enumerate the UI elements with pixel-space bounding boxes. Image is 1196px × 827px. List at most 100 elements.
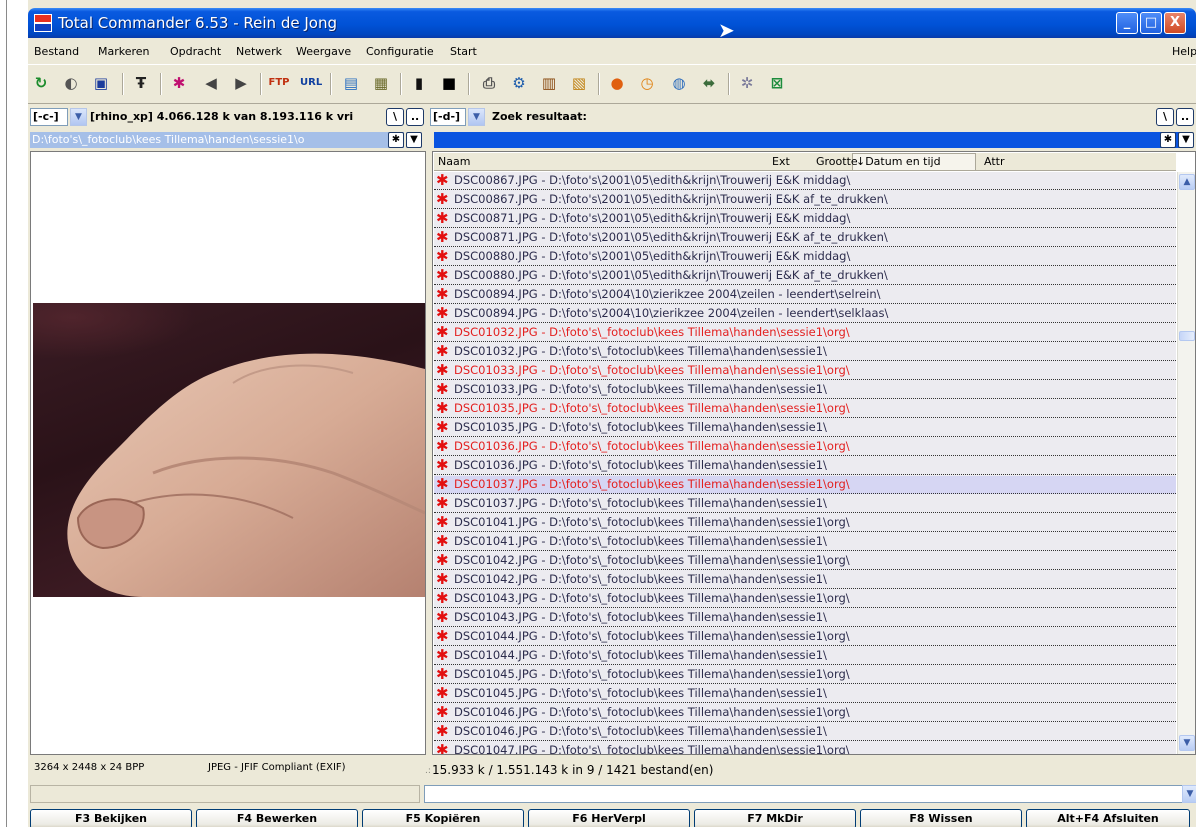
column-size[interactable]: Grootte: [816, 155, 858, 168]
file-row[interactable]: ✱ DSC01045.JPG - D:\foto's\_fotoclub\kees…: [434, 685, 1176, 703]
left-drive-dropdown-icon[interactable]: ▼: [70, 108, 87, 126]
left-drive-select[interactable]: [-c-]: [30, 108, 68, 126]
url-icon[interactable]: URL: [300, 72, 322, 94]
archive-icon[interactable]: ▧: [568, 72, 590, 94]
right-hotlist-icon[interactable]: ▼: [1178, 132, 1194, 148]
file-row[interactable]: ✱ DSC01042.JPG - D:\foto's\_fotoclub\kees…: [434, 552, 1176, 570]
file-row[interactable]: ✱ DSC00867.JPG - D:\foto's\2001\05\edith&…: [434, 191, 1176, 209]
resize-grip-icon[interactable]: .:: [425, 766, 431, 776]
floppy-icon[interactable]: ▮: [408, 72, 430, 94]
network-icon[interactable]: ⬌: [698, 72, 720, 94]
file-row[interactable]: ✱ DSC01041.JPG - D:\foto's\_fotoclub\kees…: [434, 514, 1176, 532]
maximize-button[interactable]: □: [1140, 12, 1162, 34]
file-row[interactable]: ✱ DSC01046.JPG - D:\foto's\_fotoclub\kees…: [434, 723, 1176, 741]
file-row[interactable]: ✱ DSC01037.JPG - D:\foto's\_fotoclub\kees…: [434, 495, 1176, 513]
app-icon[interactable]: [34, 14, 52, 32]
menu-markeren[interactable]: Markeren: [98, 45, 150, 58]
clock-icon[interactable]: ◷: [636, 72, 658, 94]
right-panel[interactable]: Naam Ext Grootte ↓Datum en tijd Attr ✱ DS…: [432, 151, 1196, 755]
file-row[interactable]: ✱ DSC00894.JPG - D:\foto's\2004\10\zierik…: [434, 305, 1176, 323]
scroll-up-icon[interactable]: ▲: [1179, 174, 1195, 190]
file-row[interactable]: ✱ DSC01044.JPG - D:\foto's\_fotoclub\kees…: [434, 628, 1176, 646]
plugin-icon[interactable]: ✲: [736, 72, 758, 94]
menu-weergave[interactable]: Weergave: [296, 45, 351, 58]
command-input[interactable]: [424, 785, 1184, 803]
tools-icon[interactable]: ⚙: [508, 72, 530, 94]
file-row[interactable]: ✱ DSC01033.JPG - D:\foto's\_fotoclub\kees…: [434, 362, 1176, 380]
file-row[interactable]: ✱ DSC01045.JPG - D:\foto's\_fotoclub\kees…: [434, 666, 1176, 684]
back-icon[interactable]: ◀: [200, 72, 222, 94]
file-row[interactable]: ✱ DSC01035.JPG - D:\foto's\_fotoclub\kees…: [434, 400, 1176, 418]
file-row[interactable]: ✱ DSC01036.JPG - D:\foto's\_fotoclub\kees…: [434, 438, 1176, 456]
f5-copy-button[interactable]: F5 Kopiëren: [362, 809, 524, 827]
file-row[interactable]: ✱ DSC01047.JPG - D:\foto's\_fotoclub\kees…: [434, 742, 1176, 754]
right-root-button[interactable]: \: [1156, 108, 1174, 126]
firefox-icon[interactable]: ●: [606, 72, 628, 94]
menu-opdracht[interactable]: Opdracht: [170, 45, 221, 58]
left-panel[interactable]: [30, 151, 426, 755]
file-row[interactable]: ✱ DSC01032.JPG - D:\foto's\_fotoclub\kees…: [434, 343, 1176, 361]
file-row[interactable]: ✱ DSC01043.JPG - D:\foto's\_fotoclub\kees…: [434, 609, 1176, 627]
vertical-scrollbar[interactable]: ▲ ▼: [1177, 172, 1195, 754]
right-drive-select[interactable]: [-d-]: [430, 108, 466, 126]
column-date[interactable]: ↓Datum en tijd: [856, 155, 941, 168]
excel-icon[interactable]: ⊠: [766, 72, 788, 94]
left-root-button[interactable]: \: [386, 108, 404, 126]
menu-help[interactable]: Help: [1172, 45, 1196, 58]
minimize-button[interactable]: _: [1116, 12, 1138, 34]
file-row[interactable]: ✱ DSC00880.JPG - D:\foto's\2001\05\edith&…: [434, 248, 1176, 266]
f8-delete-button[interactable]: F8 Wissen: [860, 809, 1022, 827]
dos-prompt-icon[interactable]: ■: [438, 72, 460, 94]
file-row[interactable]: ✱ DSC00880.JPG - D:\foto's\2001\05\edith&…: [434, 267, 1176, 285]
file-row[interactable]: ✱ DSC00894.JPG - D:\foto's\2004\10\zierik…: [434, 286, 1176, 304]
right-up-button[interactable]: ..: [1176, 108, 1194, 126]
title-bar[interactable]: Total Commander 6.53 - Rein de Jong ➤ _ …: [28, 8, 1196, 40]
file-row[interactable]: ✱ DSC00871.JPG - D:\foto's\2001\05\edith&…: [434, 229, 1176, 247]
menu-configuratie[interactable]: Configuratie: [366, 45, 434, 58]
column-ext[interactable]: Ext: [772, 155, 790, 168]
image-icon[interactable]: ▦: [370, 72, 392, 94]
command-history-dropdown-icon[interactable]: ▼: [1182, 785, 1196, 803]
browser-icon[interactable]: ◍: [668, 72, 690, 94]
f3-view-button[interactable]: F3 Bekijken: [30, 809, 192, 827]
save-icon[interactable]: ▣: [90, 72, 112, 94]
invert-selection-icon[interactable]: ✱: [168, 72, 190, 94]
print-icon[interactable]: ⎙: [478, 72, 500, 94]
scroll-thumb[interactable]: [1179, 331, 1195, 341]
file-row[interactable]: ✱ DSC00867.JPG - D:\foto's\2001\05\edith&…: [434, 172, 1176, 190]
view-mode-icon[interactable]: ◐: [60, 72, 82, 94]
file-row[interactable]: ✱ DSC01037.JPG - D:\foto's\_fotoclub\kees…: [434, 476, 1176, 494]
f7-mkdir-button[interactable]: F7 MkDir: [694, 809, 856, 827]
file-row[interactable]: ✱ DSC01041.JPG - D:\foto's\_fotoclub\kees…: [434, 533, 1176, 551]
file-row[interactable]: ✱ DSC01043.JPG - D:\foto's\_fotoclub\kees…: [434, 590, 1176, 608]
column-attr[interactable]: Attr: [984, 155, 1004, 168]
forward-icon[interactable]: ▶: [230, 72, 252, 94]
right-path-bar[interactable]: [434, 132, 1180, 148]
file-row[interactable]: ✱ DSC01032.JPG - D:\foto's\_fotoclub\kees…: [434, 324, 1176, 342]
f4-edit-button[interactable]: F4 Bewerken: [196, 809, 358, 827]
right-history-icon[interactable]: ✱: [1160, 132, 1176, 148]
f6-move-button[interactable]: F6 HerVerpl: [528, 809, 690, 827]
file-row[interactable]: ✱ DSC01036.JPG - D:\foto's\_fotoclub\kees…: [434, 457, 1176, 475]
menu-netwerk[interactable]: Netwerk: [236, 45, 282, 58]
calculator-icon[interactable]: ▥: [538, 72, 560, 94]
scroll-down-icon[interactable]: ▼: [1179, 735, 1195, 751]
menu-bestand[interactable]: Bestand: [34, 45, 79, 58]
file-row[interactable]: ✱ DSC01042.JPG - D:\foto's\_fotoclub\kees…: [434, 571, 1176, 589]
altf4-exit-button[interactable]: Alt+F4 Afsluiten: [1026, 809, 1190, 827]
left-up-button[interactable]: ..: [406, 108, 424, 126]
file-row[interactable]: ✱ DSC01044.JPG - D:\foto's\_fotoclub\kees…: [434, 647, 1176, 665]
left-path-bar[interactable]: D:\foto's\_fotoclub\kees Tillema\handen\…: [30, 132, 404, 148]
menu-start[interactable]: Start: [450, 45, 477, 58]
file-list[interactable]: ✱ DSC00867.JPG - D:\foto's\2001\05\edith&…: [434, 172, 1176, 754]
file-row[interactable]: ✱ DSC01033.JPG - D:\foto's\_fotoclub\kees…: [434, 381, 1176, 399]
filter-icon[interactable]: Ŧ: [130, 72, 152, 94]
file-row[interactable]: ✱ DSC00871.JPG - D:\foto's\2001\05\edith&…: [434, 210, 1176, 228]
refresh-icon[interactable]: ↻: [30, 72, 52, 94]
file-row[interactable]: ✱ DSC01046.JPG - D:\foto's\_fotoclub\kees…: [434, 704, 1176, 722]
column-name[interactable]: Naam: [438, 155, 470, 168]
right-drive-dropdown-icon[interactable]: ▼: [468, 108, 485, 126]
left-hotlist-icon[interactable]: ▼: [406, 132, 422, 148]
ftp-icon[interactable]: FTP: [268, 72, 290, 94]
file-row[interactable]: ✱ DSC01035.JPG - D:\foto's\_fotoclub\kees…: [434, 419, 1176, 437]
